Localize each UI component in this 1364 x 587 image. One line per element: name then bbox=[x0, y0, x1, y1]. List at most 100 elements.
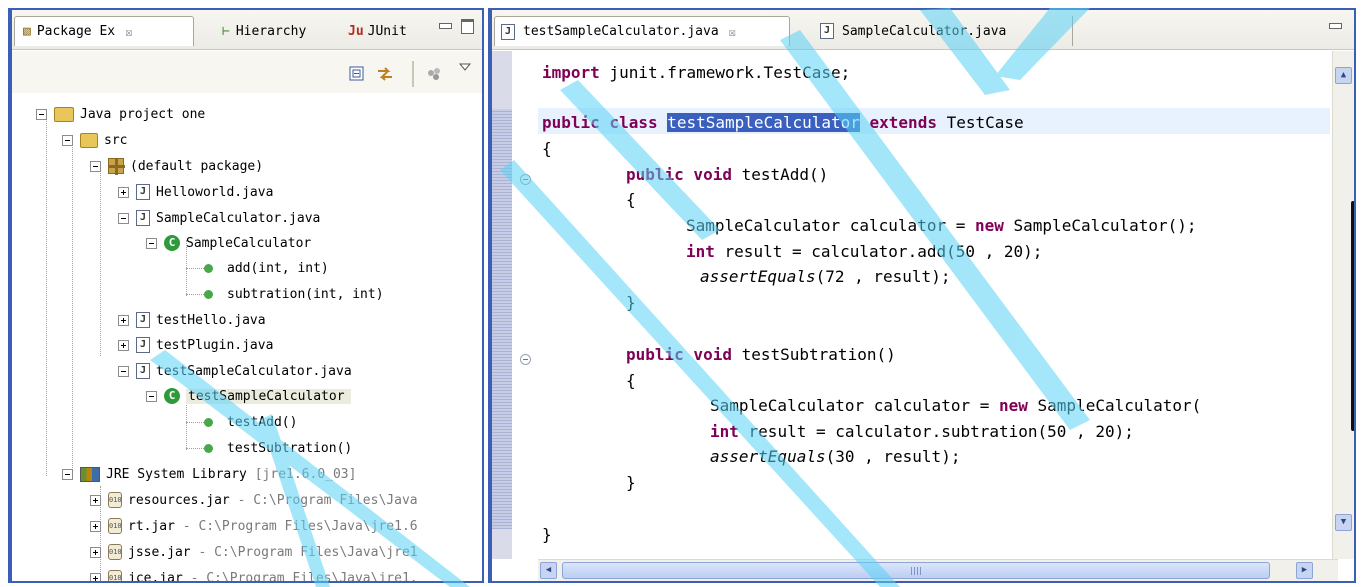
code-line-11: { bbox=[626, 371, 636, 390]
tree-item-jsse-jar[interactable]: 010 jsse.jar - C:\Program Files\Java\jre… bbox=[90, 540, 418, 564]
package-explorer-icon: ▧ bbox=[23, 24, 31, 39]
java-file-icon: J bbox=[501, 23, 515, 40]
tree-item-method-add[interactable]: add(int, int) bbox=[198, 256, 329, 280]
tab-testsamplecalculator-java[interactable]: J testSampleCalculator.java ☒ bbox=[494, 16, 790, 46]
minimize-button[interactable] bbox=[436, 18, 454, 32]
expand-toggle[interactable] bbox=[90, 572, 101, 581]
expand-toggle[interactable] bbox=[118, 314, 129, 326]
java-file-icon: J bbox=[136, 337, 150, 353]
method-icon bbox=[204, 417, 213, 427]
tab-separator bbox=[1072, 16, 1073, 46]
class-icon: C bbox=[164, 235, 180, 251]
collapse-toggle[interactable] bbox=[118, 212, 129, 224]
selected-text: testSampleCalculator bbox=[667, 113, 860, 132]
view-tab-bar: ▧ Package Ex ☒ ⊢ Hierarchy Ju JUnit bbox=[12, 10, 482, 50]
scroll-left-icon[interactable]: ◀ bbox=[540, 562, 557, 579]
scroll-up-icon[interactable]: ▲ bbox=[1335, 67, 1352, 84]
collapse-toggle[interactable] bbox=[146, 237, 157, 249]
tree-item-project[interactable]: Java project one bbox=[36, 102, 205, 126]
code-line-15: } bbox=[626, 473, 636, 492]
editor-pane: J testSampleCalculator.java ☒ J SampleCa… bbox=[488, 8, 1356, 583]
tree-item-helloworld-java[interactable]: J Helloworld.java bbox=[118, 180, 273, 204]
code-line-3: { bbox=[542, 139, 552, 158]
collapse-toggle[interactable] bbox=[36, 108, 47, 120]
method-icon bbox=[204, 443, 213, 453]
class-icon: C bbox=[164, 388, 180, 404]
java-file-icon: J bbox=[136, 363, 150, 379]
scroll-right-icon[interactable]: ▶ bbox=[1296, 562, 1313, 579]
toolbar-separator bbox=[412, 61, 414, 87]
tree-item-testhello-java[interactable]: J testHello.java bbox=[118, 308, 266, 332]
code-line-13: int result = calculator.subtration(50 , … bbox=[710, 422, 1134, 441]
tree-guide-line bbox=[46, 112, 47, 476]
tree-guide-line bbox=[100, 164, 101, 356]
minimize-button[interactable] bbox=[1326, 18, 1344, 32]
method-icon bbox=[204, 263, 213, 273]
tree-item-method-testsubtration[interactable]: testSubtration() bbox=[198, 436, 352, 460]
method-icon bbox=[204, 289, 213, 299]
scroll-grip bbox=[911, 567, 923, 575]
tree-item-testsamplecalculator-java[interactable]: J testSampleCalculator.java bbox=[118, 359, 352, 383]
expand-toggle[interactable] bbox=[118, 339, 129, 351]
scroll-down-icon[interactable]: ▼ bbox=[1335, 514, 1352, 531]
tab-samplecalculator-java[interactable]: J SampleCalculator.java bbox=[814, 16, 1072, 46]
jar-icon: 010 bbox=[108, 544, 122, 560]
scroll-thumb[interactable] bbox=[562, 562, 1270, 579]
tree-item-method-testadd[interactable]: testAdd() bbox=[198, 410, 297, 434]
code-editor[interactable]: import junit.framework.TestCase; public … bbox=[538, 51, 1330, 559]
close-icon[interactable]: ☒ bbox=[125, 25, 132, 39]
collapse-toggle[interactable] bbox=[62, 468, 73, 480]
code-line-10: public void testSubtration() bbox=[626, 345, 896, 364]
close-icon[interactable]: ☒ bbox=[729, 25, 736, 39]
tab-junit[interactable]: Ju JUnit bbox=[344, 16, 428, 46]
code-line-2: public class testSampleCalculator extend… bbox=[542, 113, 1024, 132]
tree-item-method-subtration[interactable]: subtration(int, int) bbox=[198, 282, 384, 306]
tree-item-default-package[interactable]: (default package) bbox=[90, 154, 263, 178]
maximize-button[interactable] bbox=[458, 18, 476, 34]
expand-toggle[interactable] bbox=[118, 186, 129, 198]
tree-item-src[interactable]: src bbox=[62, 128, 127, 152]
tree-item-samplecalculator-class[interactable]: C SampleCalculator bbox=[146, 231, 311, 255]
collapse-toggle[interactable] bbox=[118, 365, 129, 377]
hierarchy-icon: ⊢ bbox=[222, 23, 230, 39]
tree-item-resources-jar[interactable]: 010 resources.jar - C:\Program Files\Jav… bbox=[90, 488, 418, 512]
fold-toggle-icon[interactable] bbox=[520, 174, 531, 185]
tree-item-rt-jar[interactable]: 010 rt.jar - C:\Program Files\Java\jre1.… bbox=[90, 514, 418, 538]
code-line-6: SampleCalculator calculator = new Sample… bbox=[686, 216, 1197, 235]
source-folder-icon bbox=[80, 132, 98, 148]
library-icon bbox=[80, 466, 100, 482]
filters-icon[interactable] bbox=[426, 65, 444, 83]
code-line-12: SampleCalculator calculator = new Sample… bbox=[710, 396, 1202, 415]
collapse-toggle[interactable] bbox=[146, 390, 157, 402]
tree-item-testplugin-java[interactable]: J testPlugin.java bbox=[118, 333, 273, 357]
editor-gutter bbox=[512, 51, 538, 559]
junit-icon: Ju bbox=[348, 23, 364, 39]
scroll-thumb[interactable] bbox=[1351, 201, 1354, 431]
tree-item-jce-jar[interactable]: 010 jce.jar - C:\Program Files\Java\jre1… bbox=[90, 566, 418, 581]
code-line-8: assertEquals(72 , result); bbox=[700, 267, 951, 286]
tree-item-testsamplecalculator-class[interactable]: C testSampleCalculator bbox=[146, 384, 351, 408]
expand-toggle[interactable] bbox=[90, 546, 101, 558]
tree-item-samplecalculator-java[interactable]: J SampleCalculator.java bbox=[118, 206, 320, 230]
collapse-toggle[interactable] bbox=[62, 134, 73, 146]
vertical-scrollbar[interactable]: ▲ ▼ bbox=[1332, 51, 1354, 559]
jar-icon: 010 bbox=[108, 518, 122, 534]
tab-package-explorer[interactable]: ▧ Package Ex ☒ bbox=[14, 16, 194, 46]
project-folder-icon bbox=[54, 106, 74, 122]
collapse-toggle[interactable] bbox=[90, 160, 101, 172]
link-with-editor-icon[interactable] bbox=[376, 65, 394, 83]
fold-toggle-icon[interactable] bbox=[520, 354, 531, 365]
code-line-14: assertEquals(30 , result); bbox=[710, 447, 961, 466]
editor-tab-bar: J testSampleCalculator.java ☒ J SampleCa… bbox=[492, 10, 1354, 50]
horizontal-scrollbar[interactable]: ◀ ▶ bbox=[538, 559, 1338, 581]
tree-item-jre-library[interactable]: JRE System Library [jre1.6.0_03] bbox=[62, 462, 356, 486]
collapse-all-icon[interactable] bbox=[348, 65, 366, 83]
expand-toggle[interactable] bbox=[90, 494, 101, 506]
view-menu-icon[interactable] bbox=[458, 61, 476, 79]
expand-toggle[interactable] bbox=[90, 520, 101, 532]
tab-hierarchy[interactable]: ⊢ Hierarchy bbox=[214, 16, 342, 46]
java-file-icon: J bbox=[136, 210, 150, 226]
java-file-icon: J bbox=[136, 312, 150, 328]
code-line-1: import junit.framework.TestCase; bbox=[542, 63, 851, 82]
jar-icon: 010 bbox=[108, 492, 122, 508]
